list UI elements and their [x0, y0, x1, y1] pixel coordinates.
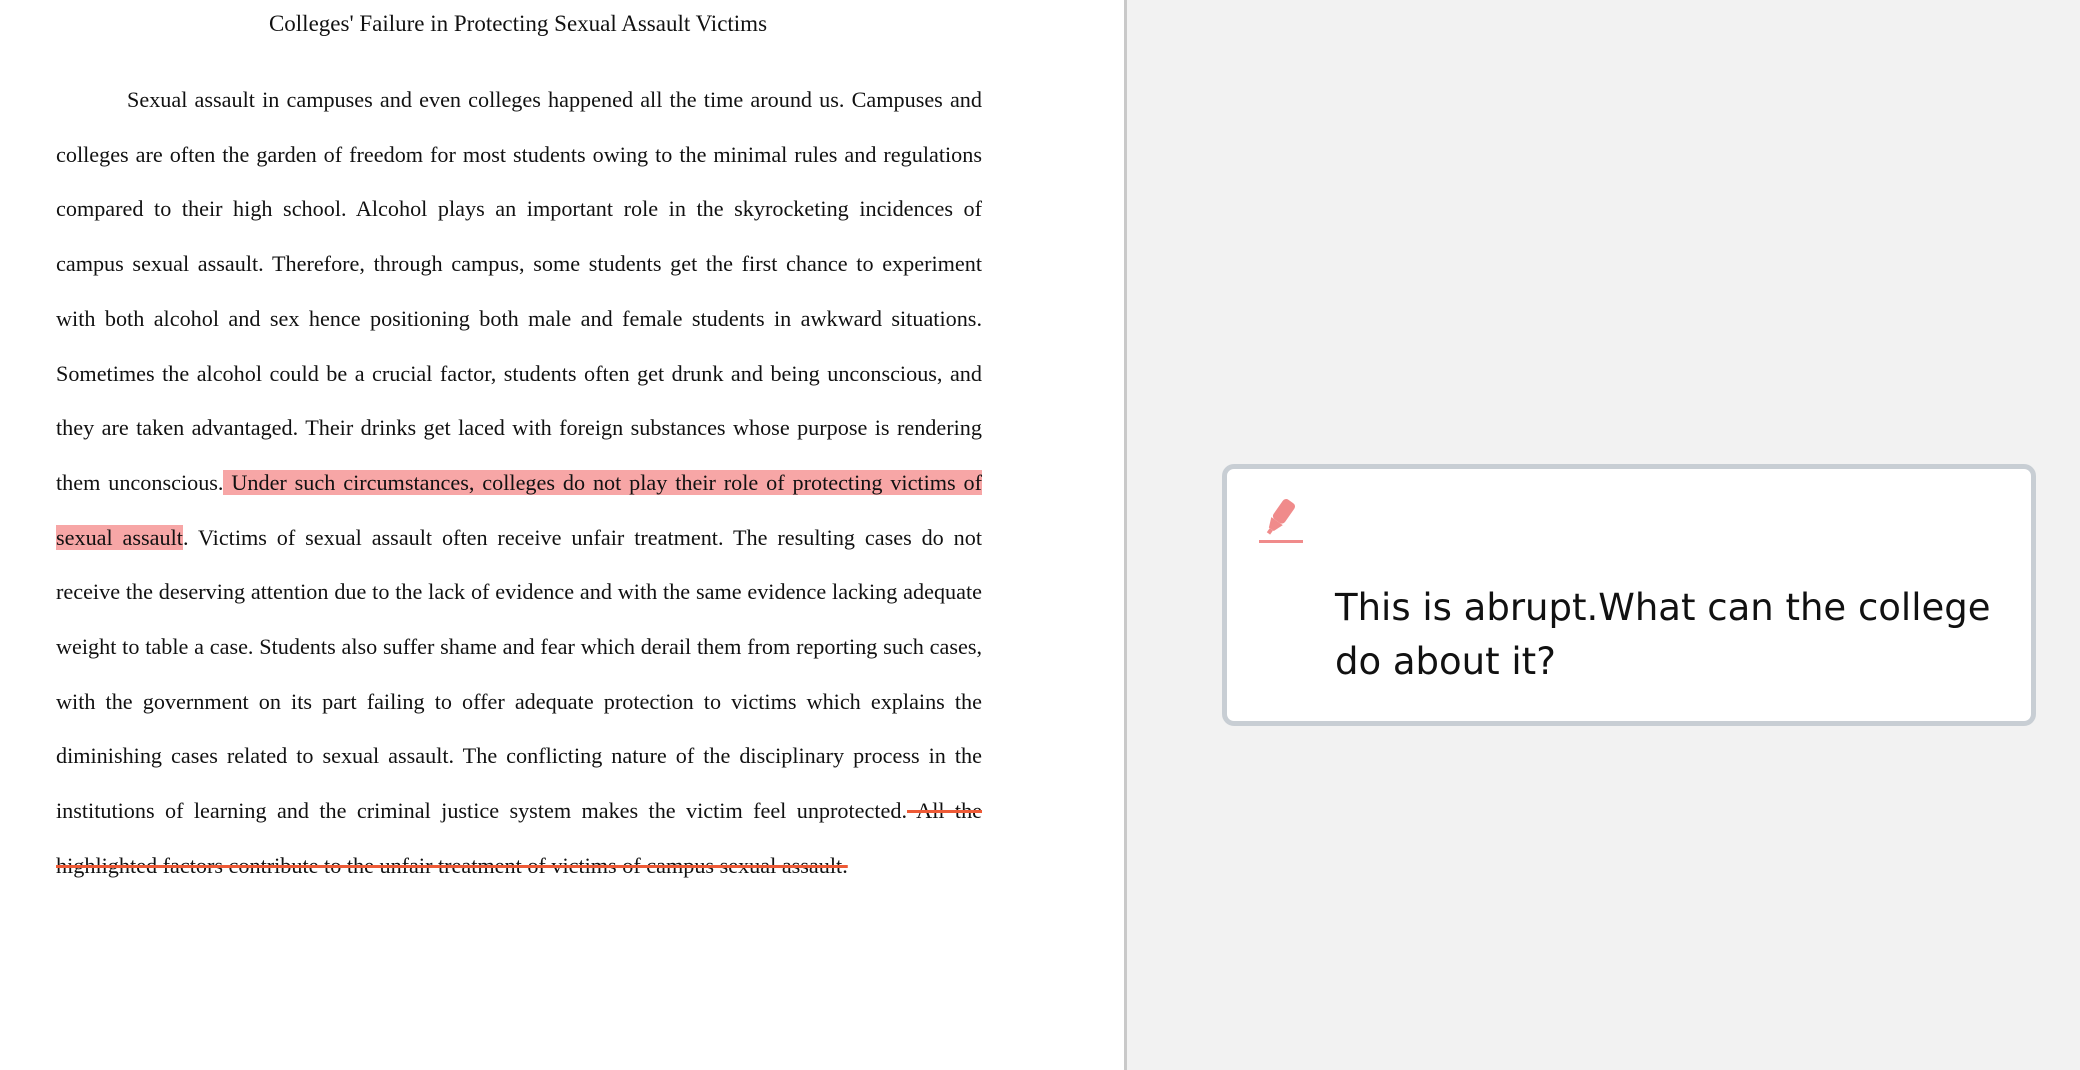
- document-title: Colleges' Failure in Protecting Sexual A…: [268, 11, 768, 36]
- highlighter-icon: [1257, 495, 1305, 547]
- paragraph-text-middle: . Victims of sexual assault often receiv…: [56, 524, 982, 824]
- document-pane: Colleges' Failure in Protecting Sexual A…: [0, 0, 1127, 1070]
- comment-card[interactable]: This is abrupt.What can the college do a…: [1222, 464, 2036, 726]
- document-paragraph: Sexual assault in campuses and even coll…: [56, 73, 982, 894]
- comment-text: This is abrupt.What can the college do a…: [1335, 586, 1991, 683]
- paragraph-text-start: Sexual assault in campuses and even coll…: [56, 87, 982, 495]
